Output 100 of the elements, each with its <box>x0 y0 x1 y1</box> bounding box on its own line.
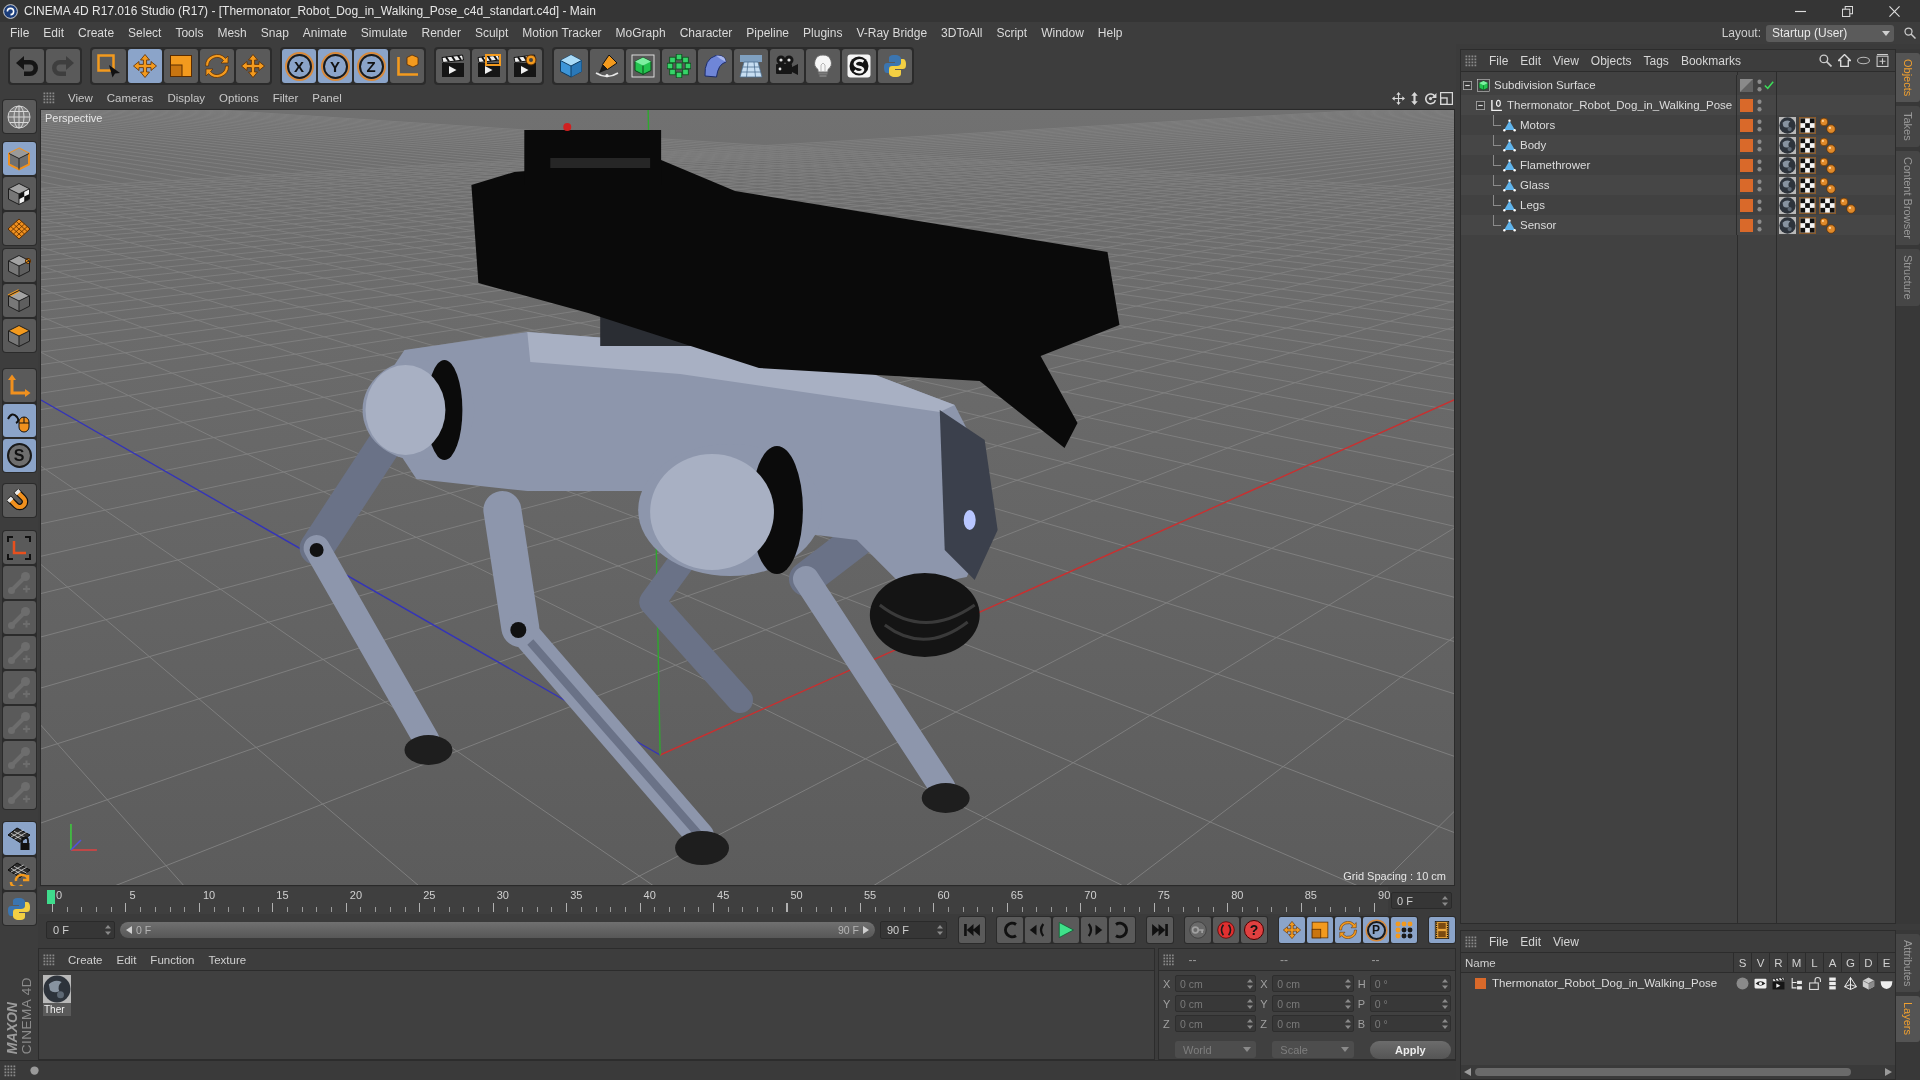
menu-item[interactable]: Texture <box>201 953 254 966</box>
material-sphere-icon[interactable] <box>1779 216 1796 234</box>
menu-item[interactable]: Edit <box>1514 934 1548 949</box>
solo-button[interactable]: S <box>2 439 36 472</box>
menu-item[interactable]: Window <box>1034 26 1091 40</box>
tweak-button[interactable] <box>2 404 36 437</box>
workplane-lock-button[interactable] <box>2 822 36 855</box>
checker-tag-icon[interactable] <box>1799 116 1816 134</box>
visibility-dots-icon[interactable] <box>1757 138 1762 152</box>
frame-field[interactable]: 0 F <box>1391 892 1452 909</box>
collapse-icon[interactable] <box>1476 100 1485 110</box>
spheres-tag-icon[interactable] <box>1839 196 1856 214</box>
visibility-dots-icon[interactable] <box>1757 118 1762 132</box>
move-arrows-icon[interactable] <box>1392 91 1405 105</box>
home-icon[interactable] <box>1838 54 1851 67</box>
menu-item[interactable]: Create <box>71 26 122 40</box>
menu-item[interactable]: Select <box>121 26 169 40</box>
scroll-left-icon[interactable] <box>1464 1068 1471 1076</box>
layer-swatch-icon[interactable] <box>1740 118 1753 132</box>
material-sphere-icon[interactable] <box>1779 136 1796 154</box>
layer-swatch-icon[interactable] <box>1740 158 1753 172</box>
column-header[interactable]: A <box>1823 953 1841 972</box>
camera-button[interactable] <box>770 49 804 83</box>
rotate-button[interactable] <box>200 49 234 83</box>
menu-item[interactable]: MoGraph <box>608 26 673 40</box>
column-header[interactable]: G <box>1841 953 1859 972</box>
menu-item[interactable]: Simulate <box>353 26 415 40</box>
python-button[interactable] <box>878 49 912 83</box>
play-button[interactable] <box>1053 917 1079 943</box>
workplane-button[interactable] <box>2 212 36 245</box>
column-header[interactable]: V <box>1751 953 1769 972</box>
checker-tag-icon[interactable] <box>1799 216 1816 234</box>
sketch-button[interactable] <box>842 49 876 83</box>
material-sphere-icon[interactable] <box>1779 196 1796 214</box>
workplane-rotate-button[interactable] <box>2 857 36 890</box>
slashed-square-icon[interactable] <box>1740 78 1753 92</box>
clapperboard-icon[interactable] <box>1771 976 1785 990</box>
film-button[interactable] <box>1429 917 1455 943</box>
floor-button[interactable] <box>734 49 768 83</box>
layer-swatch-icon[interactable] <box>1740 218 1753 232</box>
frame-field[interactable]: 0 F <box>46 921 115 939</box>
menu-item[interactable]: Mesh <box>210 26 254 40</box>
menu-item[interactable]: Display <box>160 92 213 104</box>
prev-frame-button[interactable] <box>1025 917 1051 943</box>
menu-item[interactable]: File <box>1483 934 1515 949</box>
column-header[interactable]: E <box>1877 953 1895 972</box>
menu-item[interactable]: Edit <box>36 26 72 40</box>
menu-item[interactable]: Character <box>672 26 740 40</box>
eye-icon[interactable] <box>1753 976 1767 990</box>
pyramid-icon[interactable] <box>1843 976 1857 990</box>
timeline-ruler[interactable]: 0 5 10 15 20 25 30 35 40 45 50 55 60 65 70 75 80 85 90 <box>38 887 1388 914</box>
collapse-icon[interactable] <box>1463 80 1472 90</box>
axis-lock-button[interactable]: Z <box>354 49 388 83</box>
layer-swatch-icon[interactable] <box>1740 138 1753 152</box>
menu-item[interactable]: Edit <box>1514 53 1548 68</box>
spheres-tag-icon[interactable] <box>1819 116 1836 134</box>
next-frame-button[interactable] <box>1081 917 1107 943</box>
menu-item[interactable]: Render <box>414 26 468 40</box>
color-swatch-icon[interactable] <box>1475 977 1486 989</box>
menu-item[interactable]: Cameras <box>99 92 161 104</box>
menu-item[interactable]: Objects <box>1584 53 1638 68</box>
column-header[interactable]: M <box>1787 953 1805 972</box>
subdivision-button[interactable] <box>626 49 660 83</box>
spheres-tag-icon[interactable] <box>1819 216 1836 234</box>
axis-corners-button[interactable] <box>2 531 36 564</box>
side-tab[interactable]: Objects <box>1896 53 1920 103</box>
spheres-tag-icon[interactable] <box>1819 156 1836 174</box>
menu-item[interactable]: Motion Tracker <box>515 26 609 40</box>
object-row[interactable]: Glass <box>1461 175 1895 195</box>
material-tile[interactable]: Ther <box>43 975 71 1016</box>
column-header[interactable]: L <box>1805 953 1823 972</box>
visibility-dots-icon[interactable] <box>1757 198 1762 212</box>
record-active-button[interactable] <box>1185 917 1211 943</box>
column-header[interactable]: D <box>1859 953 1877 972</box>
material-sphere-icon[interactable] <box>1779 116 1796 134</box>
key-param-button[interactable]: P <box>1363 917 1389 943</box>
menu-item[interactable]: View <box>1547 53 1585 68</box>
checker-tag-icon[interactable] <box>1799 136 1816 154</box>
column-header[interactable]: Name <box>1461 953 1733 972</box>
autokey-button[interactable]: ? <box>1241 917 1267 943</box>
menu-item[interactable]: Tools <box>168 26 211 40</box>
menu-item[interactable]: Plugins <box>796 26 850 40</box>
menu-item[interactable]: View <box>1547 934 1585 949</box>
live-select-button[interactable] <box>92 49 126 83</box>
polygons-button[interactable] <box>2 319 36 352</box>
menu-item[interactable]: Filter <box>265 92 306 104</box>
vertical-arrows-icon[interactable] <box>1408 91 1421 105</box>
texture-button[interactable] <box>2 177 36 210</box>
pen-button[interactable] <box>590 49 624 83</box>
checker-tag-icon[interactable] <box>1799 196 1816 214</box>
menu-item[interactable]: Function <box>143 953 202 966</box>
apply-button[interactable]: Apply <box>1369 1041 1451 1059</box>
layer-swatch-icon[interactable] <box>1740 198 1753 212</box>
horizontal-scrollbar[interactable] <box>1461 1065 1895 1079</box>
maximize-icon[interactable] <box>1440 91 1453 105</box>
layout-dropdown[interactable]: Startup (User) <box>1766 24 1894 42</box>
menu-item[interactable]: Snap <box>253 26 296 40</box>
key-scale-button[interactable] <box>1307 917 1333 943</box>
column-header[interactable]: R <box>1769 953 1787 972</box>
hierarchy-icon[interactable] <box>1789 976 1803 990</box>
